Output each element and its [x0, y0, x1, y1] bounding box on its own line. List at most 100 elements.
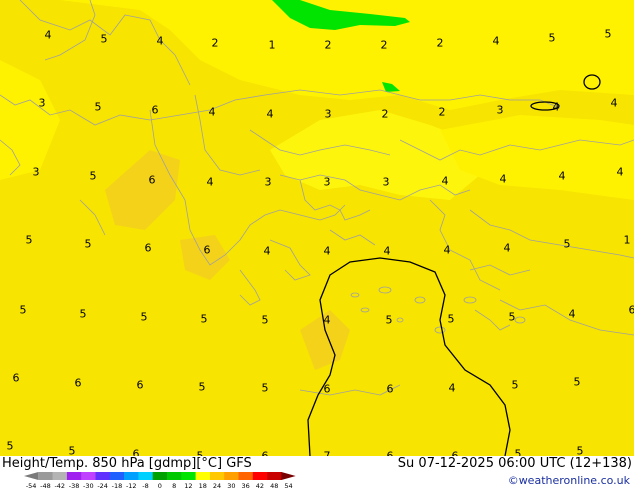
value-label: 2 — [382, 108, 389, 121]
colorbar-tick-label: 8 — [172, 482, 176, 489]
colorbar-tick-label: -12 — [126, 482, 137, 489]
value-label: 3 — [33, 166, 40, 179]
value-label: 3 — [39, 97, 46, 110]
value-label: 3 — [265, 176, 272, 189]
colorbar-cell — [95, 472, 111, 480]
colorbar-cell — [109, 472, 125, 480]
value-label: 6 — [137, 379, 144, 392]
value-label: 6 — [324, 383, 331, 396]
value-label: 4 — [559, 170, 566, 183]
value-label: 5 — [577, 445, 584, 457]
value-label: 4 — [444, 244, 451, 257]
value-label: 4 — [157, 35, 164, 48]
value-label: 4 — [384, 245, 391, 258]
value-label: 5 — [262, 314, 269, 327]
value-label: 1 — [624, 234, 631, 247]
value-label: 4 — [553, 101, 560, 114]
colorbar-tick-label: -8 — [142, 482, 148, 489]
colorbar-cell — [81, 472, 96, 480]
value-label: 5 — [515, 448, 522, 457]
colorbar-tick-label: -54 — [26, 482, 37, 489]
colorbar-cell — [181, 472, 196, 480]
colorbar-cell — [209, 472, 225, 480]
value-label: 5 — [564, 238, 571, 251]
value-label: 6 — [152, 104, 159, 117]
value-label: 4 — [504, 242, 511, 255]
colorbar-tick-label: -38 — [69, 482, 80, 489]
value-label: 5 — [509, 311, 516, 324]
colorbar-tick-label: 24 — [213, 482, 221, 489]
value-label: 4 — [324, 245, 331, 258]
value-label: 5 — [201, 313, 208, 326]
colorbar-tick-label: 36 — [242, 482, 250, 489]
value-label: 4 — [45, 29, 52, 42]
value-label: 6 — [629, 304, 634, 317]
colorbar-cell — [66, 472, 82, 480]
value-label: 5 — [141, 311, 148, 324]
value-label: 4 — [617, 166, 624, 179]
value-label: 5 — [69, 445, 76, 457]
value-label: 4 — [324, 314, 331, 327]
colorbar-tick-label: -30 — [83, 482, 94, 489]
value-label: 5 — [262, 382, 269, 395]
value-label: 5 — [101, 33, 108, 46]
value-label: 2 — [439, 106, 446, 119]
color-scale-legend: -54 -48 -42 -38 -30 -24 -18 -12 -8 0 8 12 18 24 30 36 42… — [24, 472, 296, 489]
value-label: 2 — [325, 39, 332, 52]
colorbar-cell — [252, 472, 268, 480]
colorbar-tick-label: 18 — [199, 482, 207, 489]
value-label: 6 — [204, 244, 211, 257]
value-label: 6 — [133, 448, 140, 457]
value-label: 5 — [26, 234, 33, 247]
colorbar-cell — [38, 472, 53, 480]
colorbar-cell — [138, 472, 153, 480]
value-label: 5 — [549, 32, 556, 45]
value-label: 3 — [497, 104, 504, 117]
colorbar-cell — [167, 472, 182, 480]
colorbar-tick-label: 42 — [256, 482, 264, 489]
value-label: 2 — [381, 39, 388, 52]
value-label: 2 — [437, 37, 444, 50]
value-label: 4 — [209, 106, 216, 119]
value-label: 6 — [387, 383, 394, 396]
value-label: 6 — [75, 377, 82, 390]
value-label: 4 — [569, 308, 576, 321]
value-label: 4 — [611, 97, 618, 110]
value-label: 3 — [325, 108, 332, 121]
value-label: 3 — [324, 176, 331, 189]
colorbar-tick-label: -42 — [54, 482, 65, 489]
colorbar-tick-label: -24 — [97, 482, 108, 489]
value-label: 1 — [269, 39, 276, 52]
colorbar-tick-label: 30 — [227, 482, 235, 489]
colorbar-cell — [195, 472, 211, 480]
value-label: 4 — [442, 175, 449, 188]
value-label: 4 — [493, 35, 500, 48]
value-label: 2 — [212, 37, 219, 50]
colorbar-tick-label: 12 — [184, 482, 192, 489]
value-label: 4 — [500, 173, 507, 186]
colorbar-cell — [238, 472, 254, 480]
value-label: 5 — [7, 440, 14, 453]
temperature-fill-layer — [0, 0, 634, 456]
value-label: 5 — [512, 379, 519, 392]
copyright-text: ©weatheronline.co.uk — [507, 474, 630, 487]
colorbar-tick-label: 0 — [158, 482, 162, 489]
product-title: Height/Temp. 850 hPa [gdmp][°C] GFS — [2, 456, 252, 471]
valid-time: Su 07-12-2025 06:00 UTC (12+138) — [397, 456, 632, 471]
weather-map: 4 5 4 2 1 2 2 2 4 5 5 3 5 6 4 4 3 2 2 3 4 4 3 5 6 4 3 3 3 4 4 4 4 5 5 6 6 4 4 4… — [0, 0, 634, 456]
value-label: 6 — [13, 372, 20, 385]
value-label: 5 — [448, 313, 455, 326]
colorbar-tick-label: -48 — [40, 482, 51, 489]
colorbar-tick-label: 48 — [270, 482, 278, 489]
value-label: 5 — [80, 308, 87, 321]
value-label: 4 — [207, 176, 214, 189]
value-label: 6 — [145, 242, 152, 255]
colorbar-cell — [52, 472, 68, 480]
colorbar-cell — [224, 472, 239, 480]
value-label: 5 — [95, 101, 102, 114]
colorbar-cell — [24, 472, 39, 480]
value-label: 4 — [264, 245, 271, 258]
value-label: 4 — [449, 382, 456, 395]
value-label: 5 — [90, 170, 97, 183]
value-label: 4 — [267, 108, 274, 121]
